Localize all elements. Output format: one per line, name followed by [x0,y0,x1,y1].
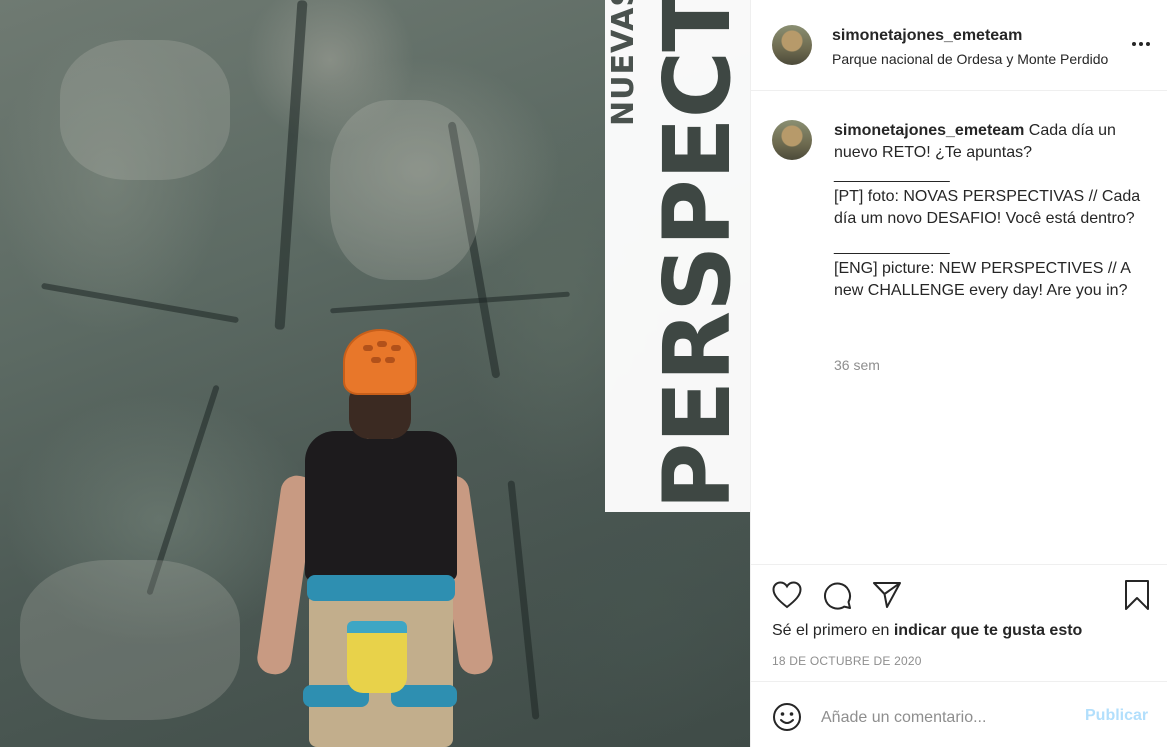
publish-button[interactable]: Publicar [1085,707,1148,725]
like-button[interactable] [771,579,803,611]
caption-separator: _____________ [834,238,950,255]
overlay-title-big: PERSPECTIVAS [644,0,750,510]
rock-highlight [330,100,480,280]
author-username[interactable]: simonetajones_emeteam [832,27,1022,45]
caption-avatar[interactable] [772,120,812,160]
caption-username[interactable]: simonetajones_emeteam [834,122,1024,139]
climber-chalk-bag [347,621,407,693]
caption-text-en: [ENG] picture: NEW PERSPECTIVES // A new… [834,260,1131,299]
comment-button[interactable] [821,579,853,611]
climber-hair [349,389,411,439]
comment-divider [751,681,1167,682]
smiley-icon [773,703,801,731]
climber-figure [255,325,495,747]
caption-first-line: simonetajones_emeteam Cada día un nuevo … [834,120,1144,164]
rock-crack [274,0,308,330]
helmet-vent [363,345,373,351]
paper-plane-icon [873,582,901,608]
comment-icon [824,582,852,610]
caption-time-ago[interactable]: 36 sem [834,357,880,373]
post-image[interactable]: NUEVAS PERSPECTIVAS [0,0,750,747]
ellipsis-dot [1146,42,1150,46]
post-location[interactable]: Parque nacional de Ordesa y Monte Perdid… [832,51,1108,67]
actions-divider [751,564,1167,565]
save-button[interactable] [1121,579,1153,611]
likes-prefix: Sé el primero en [772,622,894,639]
share-button[interactable] [871,579,903,611]
caption-separator: _____________ [834,166,950,183]
rock-highlight [60,40,230,180]
climber-torso [305,431,457,581]
caption-text-pt: [PT] foto: NOVAS PERSPECTIVAS // Cada dí… [834,188,1141,227]
rock-highlight [20,560,240,720]
climber-harness [307,575,455,601]
rock-crack [330,291,570,314]
header-divider [751,90,1167,91]
ellipsis-dot [1139,42,1143,46]
bookmark-icon [1125,580,1149,610]
comment-input[interactable] [821,704,1081,732]
post-caption: simonetajones_emeteam Cada día un nuevo … [834,120,1144,302]
heart-icon [772,581,802,609]
helmet-vent [391,345,401,351]
first-like-link[interactable]: indicar que te gusta esto [894,622,1082,639]
ellipsis-icon [1132,42,1136,46]
more-options-button[interactable] [1127,30,1155,58]
emoji-button[interactable] [771,701,803,733]
author-avatar[interactable] [772,25,812,65]
overlay-title-small: NUEVAS [606,0,641,126]
climber-helmet [343,329,417,395]
post-side-panel: simonetajones_emeteam Parque nacional de… [750,0,1167,747]
helmet-vent [371,357,381,363]
rock-crack [40,282,240,324]
rock-crack [507,480,540,720]
post-date[interactable]: 18 DE OCTUBRE DE 2020 [772,654,922,668]
helmet-vent [377,341,387,347]
helmet-vent [385,357,395,363]
likes-summary: Sé el primero en indicar que te gusta es… [772,622,1082,640]
